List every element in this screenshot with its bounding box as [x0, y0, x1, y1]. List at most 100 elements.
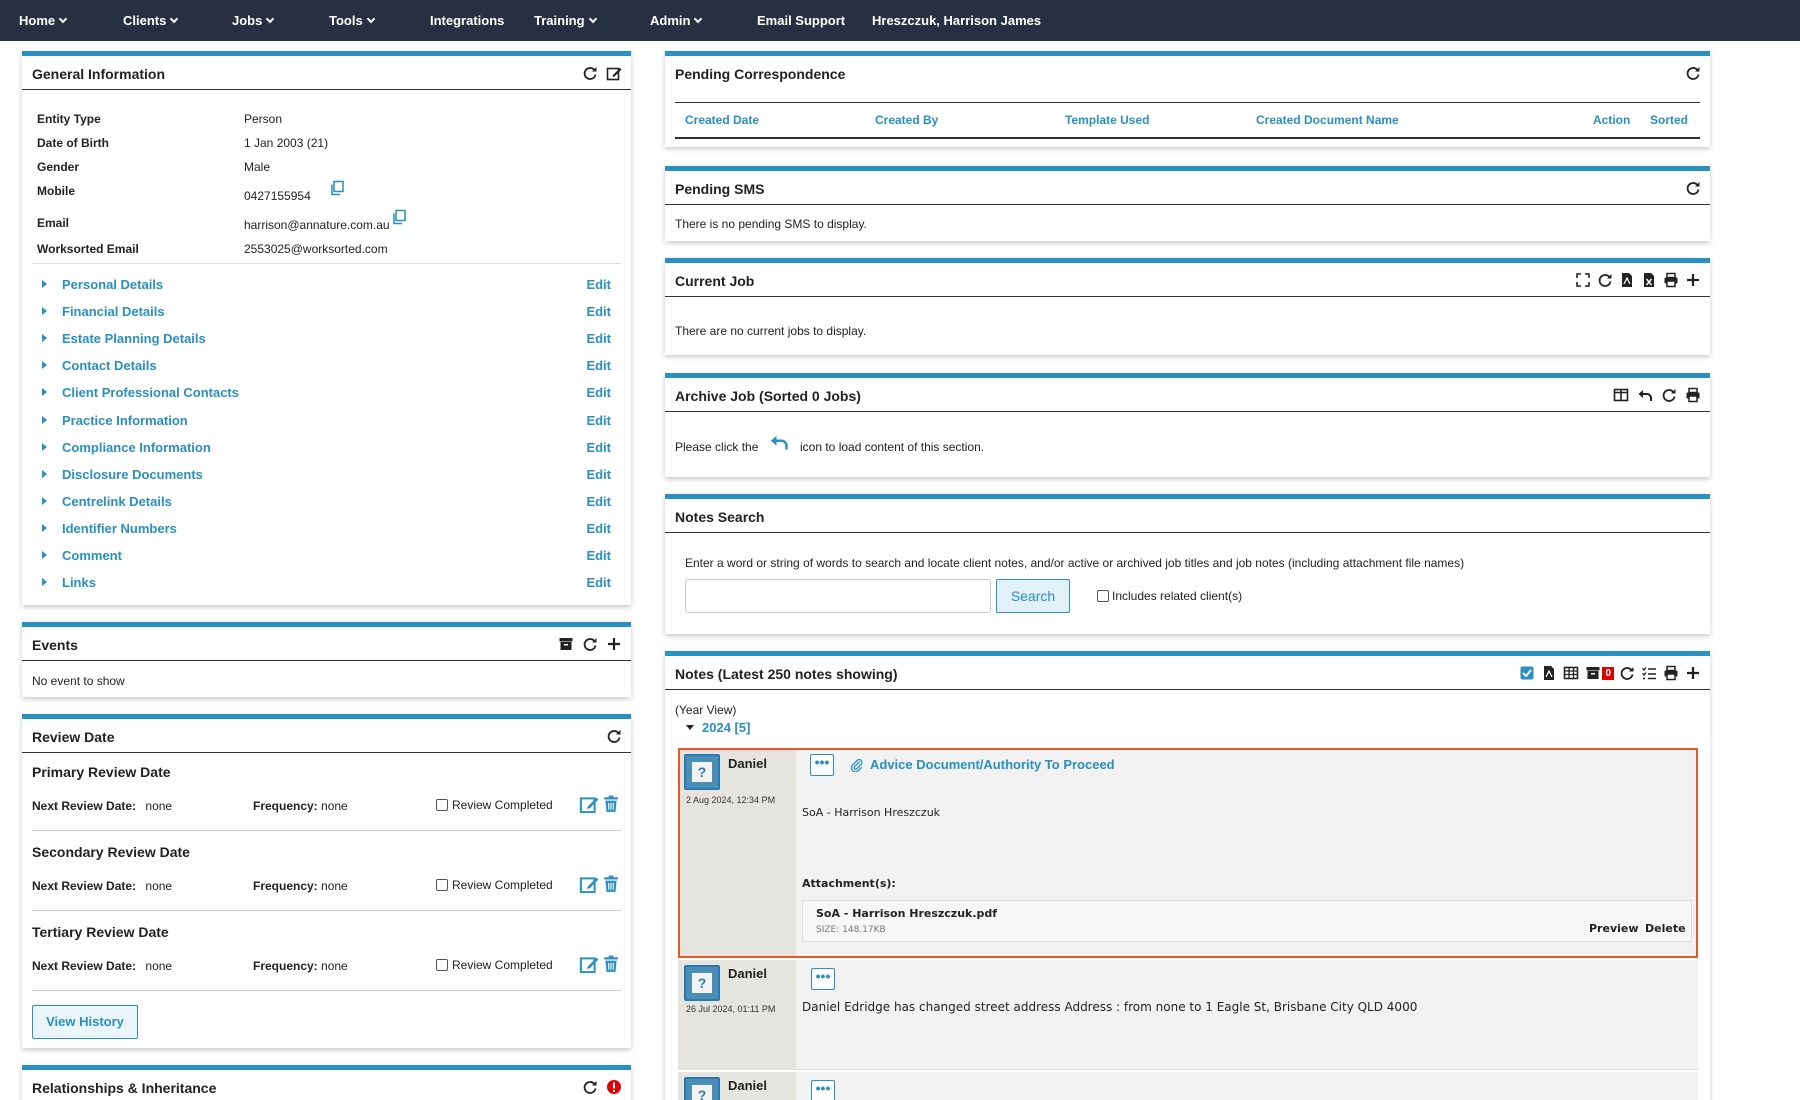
section-row-contact-details[interactable]: Contact Details Edit	[42, 356, 611, 376]
print-icon[interactable]	[1684, 386, 1702, 404]
edit-icon[interactable]	[579, 794, 599, 814]
copy-icon[interactable]	[391, 209, 407, 225]
trash-icon[interactable]	[602, 874, 620, 894]
table-icon[interactable]	[1562, 664, 1580, 682]
refresh-icon[interactable]	[581, 1078, 599, 1096]
includes-related-checkbox-row[interactable]: Includes related client(s)	[1097, 589, 1242, 603]
section-row-compliance-information[interactable]: Compliance Information Edit	[42, 438, 611, 458]
reply-icon[interactable]	[1636, 386, 1654, 404]
nav-tools[interactable]: Tools	[329, 0, 375, 41]
edit-link[interactable]: Edit	[586, 277, 611, 292]
section-name[interactable]: Centrelink Details	[62, 494, 172, 509]
refresh-icon[interactable]	[581, 64, 599, 82]
section-row-client-professional-contacts[interactable]: Client Professional Contacts Edit	[42, 383, 611, 403]
reply-icon[interactable]	[769, 432, 789, 452]
nav-admin[interactable]: Admin	[650, 0, 703, 41]
refresh-icon[interactable]	[1596, 271, 1614, 289]
section-name[interactable]: Links	[62, 575, 96, 590]
review-completed-checkbox[interactable]	[436, 799, 448, 811]
section-row-links[interactable]: Links Edit	[42, 573, 611, 593]
section-name[interactable]: Practice Information	[62, 413, 188, 428]
expand-icon[interactable]	[1574, 271, 1592, 289]
section-name[interactable]: Client Professional Contacts	[62, 385, 239, 400]
archive-icon[interactable]	[557, 635, 575, 653]
refresh-icon[interactable]	[1684, 64, 1702, 82]
section-name[interactable]: Contact Details	[62, 358, 157, 373]
review-completed-row[interactable]: Review Completed	[436, 958, 553, 972]
alert-icon[interactable]	[605, 1078, 623, 1096]
edit-icon[interactable]	[605, 64, 623, 82]
refresh-icon[interactable]	[1618, 664, 1636, 682]
section-row-identifier-numbers[interactable]: Identifier Numbers Edit	[42, 519, 611, 539]
pdf-icon[interactable]	[1618, 271, 1636, 289]
add-icon[interactable]	[605, 635, 623, 653]
nav-clients[interactable]: Clients	[123, 0, 179, 41]
edit-icon[interactable]	[579, 874, 599, 894]
includes-related-checkbox[interactable]	[1097, 590, 1109, 602]
trash-icon[interactable]	[602, 794, 620, 814]
pdf-icon[interactable]	[1540, 664, 1558, 682]
email-link[interactable]: harrison@annature.com.au	[244, 218, 390, 232]
edit-link[interactable]: Edit	[586, 385, 611, 400]
section-row-estate-planning-details[interactable]: Estate Planning Details Edit	[42, 329, 611, 349]
section-name[interactable]: Disclosure Documents	[62, 467, 203, 482]
review-completed-row[interactable]: Review Completed	[436, 878, 553, 892]
print-icon[interactable]	[1662, 271, 1680, 289]
checkbox-checked-icon[interactable]	[1518, 664, 1536, 682]
nav-home[interactable]: Home	[19, 0, 68, 41]
add-icon[interactable]	[1684, 664, 1702, 682]
edit-icon[interactable]	[579, 954, 599, 974]
edit-link[interactable]: Edit	[586, 358, 611, 373]
nav-email-support[interactable]: Email Support	[757, 0, 845, 41]
section-row-financial-details[interactable]: Financial Details Edit	[42, 302, 611, 322]
trash-icon[interactable]	[602, 954, 620, 974]
section-name[interactable]: Estate Planning Details	[62, 331, 206, 346]
section-row-centrelink-details[interactable]: Centrelink Details Edit	[42, 492, 611, 512]
section-name[interactable]: Financial Details	[62, 304, 165, 319]
copy-icon[interactable]	[329, 180, 345, 196]
nav-client-name[interactable]: Hreszczuk, Harrison James	[872, 0, 1041, 41]
col-created-date[interactable]: Created Date	[685, 113, 759, 127]
edit-link[interactable]: Edit	[586, 575, 611, 590]
delete-link[interactable]: Delete	[1645, 922, 1686, 935]
note-menu-button[interactable]: •••	[811, 1080, 835, 1100]
edit-link[interactable]: Edit	[586, 413, 611, 428]
edit-link[interactable]: Edit	[586, 521, 611, 536]
refresh-icon[interactable]	[581, 635, 599, 653]
note-menu-button[interactable]: •••	[811, 968, 835, 990]
edit-link[interactable]: Edit	[586, 440, 611, 455]
section-row-comment[interactable]: Comment Edit	[42, 546, 611, 566]
notes-search-input[interactable]	[685, 579, 991, 613]
note-heading-link[interactable]: Advice Document/Authority To Proceed	[850, 757, 1115, 772]
checklist-icon[interactable]	[1640, 664, 1658, 682]
attachment-name[interactable]: SoA - Harrison Hreszczuk.pdf	[816, 907, 997, 920]
col-created-by[interactable]: Created By	[875, 113, 938, 127]
refresh-icon[interactable]	[1660, 386, 1678, 404]
section-row-practice-information[interactable]: Practice Information Edit	[42, 411, 611, 431]
col-created-document-name[interactable]: Created Document Name	[1256, 113, 1399, 127]
nav-integrations[interactable]: Integrations	[430, 0, 504, 41]
edit-link[interactable]: Edit	[586, 548, 611, 563]
edit-link[interactable]: Edit	[586, 494, 611, 509]
section-row-disclosure-documents[interactable]: Disclosure Documents Edit	[42, 465, 611, 485]
edit-link[interactable]: Edit	[586, 331, 611, 346]
review-completed-checkbox[interactable]	[436, 959, 448, 971]
edit-link[interactable]: Edit	[586, 304, 611, 319]
archive-icon[interactable]	[1584, 664, 1602, 682]
review-completed-checkbox[interactable]	[436, 879, 448, 891]
col-action[interactable]: Action	[1593, 113, 1630, 127]
nav-training[interactable]: Training	[534, 0, 597, 41]
columns-icon[interactable]	[1612, 386, 1630, 404]
search-button[interactable]: Search	[996, 579, 1070, 613]
add-icon[interactable]	[1684, 271, 1702, 289]
refresh-icon[interactable]	[605, 727, 623, 745]
refresh-icon[interactable]	[1684, 179, 1702, 197]
note-menu-button[interactable]: •••	[810, 754, 834, 776]
col-template-used[interactable]: Template Used	[1065, 113, 1149, 127]
review-completed-row[interactable]: Review Completed	[436, 798, 553, 812]
section-name[interactable]: Comment	[62, 548, 122, 563]
view-history-button[interactable]: View History	[32, 1005, 138, 1039]
nav-jobs[interactable]: Jobs	[232, 0, 275, 41]
preview-link[interactable]: Preview	[1589, 922, 1639, 935]
section-name[interactable]: Personal Details	[62, 277, 163, 292]
